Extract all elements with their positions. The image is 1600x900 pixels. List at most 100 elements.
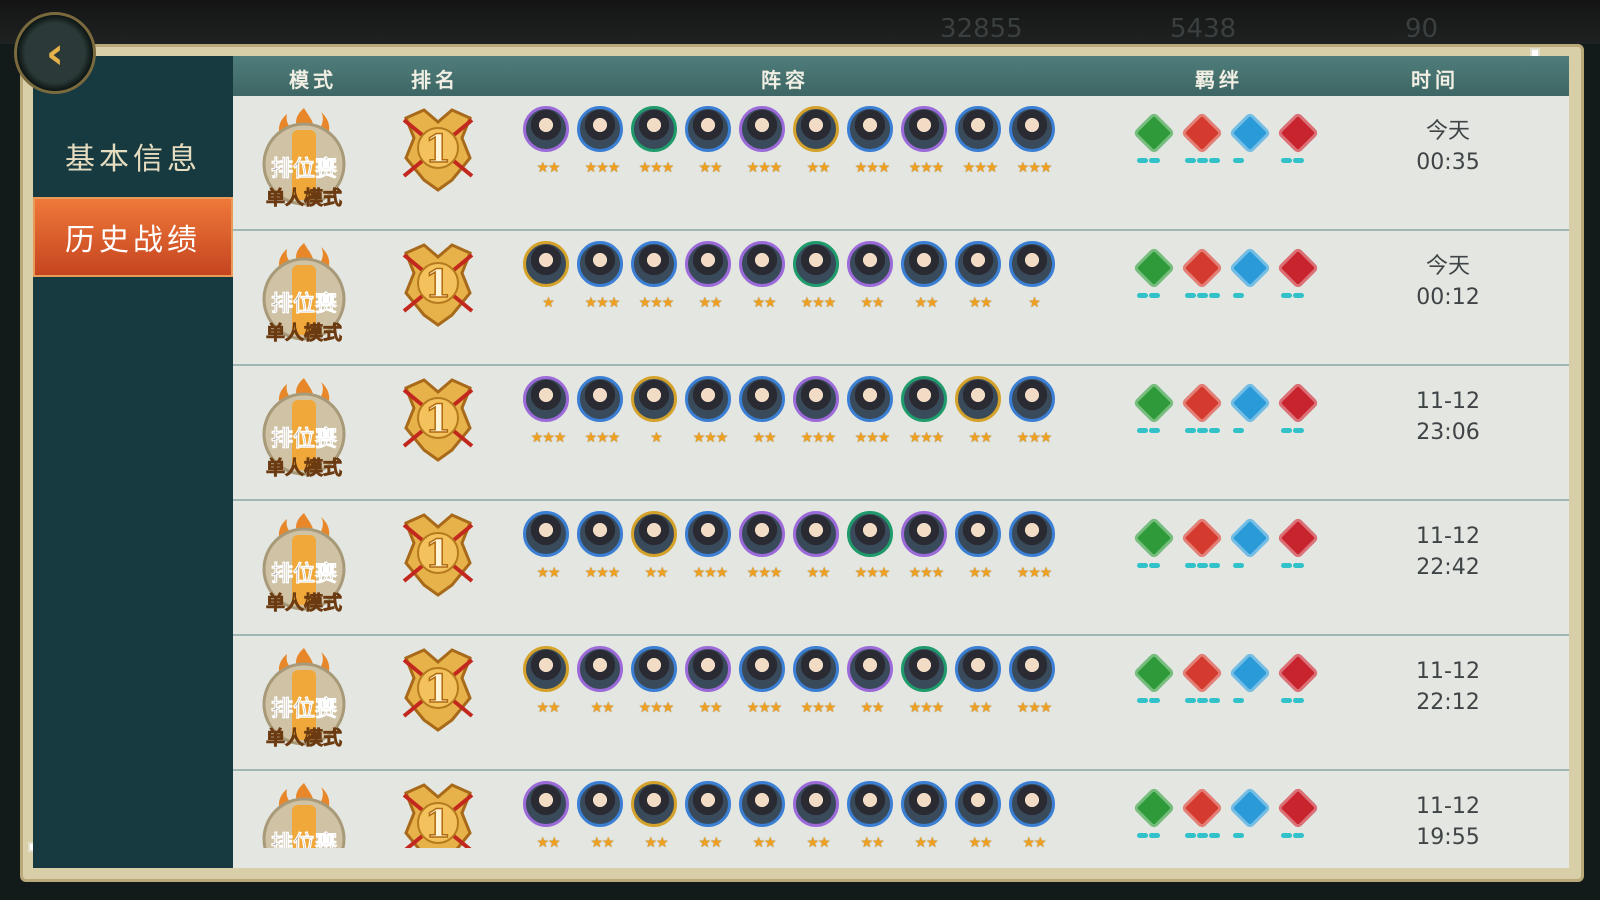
hero-card[interactable]: ★★ [899,241,953,317]
bond-green-icon[interactable] [1132,381,1177,438]
match-date: 今天 [1425,254,1470,279]
hero-card[interactable]: ★★ [953,376,1007,452]
bond-crimson-icon[interactable] [1276,381,1321,438]
hero-card[interactable]: ★★★ [1007,646,1061,722]
back-button[interactable]: ‹ [14,12,96,94]
hero-card[interactable]: ★★★ [899,376,953,452]
bond-crimson-icon[interactable] [1276,651,1321,708]
hero-card[interactable]: ★★ [521,511,575,587]
hero-card[interactable]: ★★ [575,781,629,848]
hero-card[interactable]: ★★★ [629,646,683,722]
bond-blue-icon[interactable] [1228,381,1273,438]
bond-red-icon[interactable] [1180,381,1225,438]
bond-red-icon[interactable] [1180,516,1225,573]
hero-card[interactable]: ★★★ [791,646,845,722]
hero-card[interactable]: ★★ [521,781,575,848]
bond-red-icon[interactable] [1180,246,1225,303]
hero-card[interactable]: ★★ [845,646,899,722]
bond-red-icon[interactable] [1180,651,1225,708]
history-list[interactable]: 排位赛 单人模式 1 ★★ ★★★ ★★★ ★★ ★★★ ★★ ★★★ ★★★ ★★★ ★★★ 今天 00:… [233,96,1569,848]
hero-card[interactable]: ★★★ [737,106,791,182]
tab-history-record[interactable]: 历史战绩 [33,197,233,277]
hero-card[interactable]: ★★ [683,241,737,317]
hero-card[interactable]: ★★ [629,781,683,848]
hero-card[interactable]: ★★ [683,646,737,722]
hero-card[interactable]: ★★★ [953,106,1007,182]
history-row[interactable]: 排位赛单人模式 1 ★★ ★★ ★★ ★★ ★★ ★★ ★★ ★★ ★★ ★★ 11-12 19:55 [233,771,1569,848]
hero-card[interactable]: ★★★ [629,241,683,317]
bond-blue-icon[interactable] [1228,246,1273,303]
hero-card[interactable]: ★★ [845,241,899,317]
bond-green-icon[interactable] [1132,516,1177,573]
hero-card[interactable]: ★★ [953,241,1007,317]
history-row[interactable]: 排位赛单人模式1★★★★★★★★★★★★★★★★★★★★★★★★★★11-122… [233,366,1569,501]
hero-card[interactable]: ★★★ [683,511,737,587]
bond-blue-icon[interactable] [1228,516,1273,573]
hero-portrait [523,241,569,287]
hero-card[interactable]: ★★★ [575,106,629,182]
hero-card[interactable]: ★★★ [683,376,737,452]
hero-card[interactable]: ★★★ [575,376,629,452]
bond-emblem [1276,246,1320,290]
hero-card[interactable]: ★★ [683,781,737,848]
hero-card[interactable]: ★★★ [845,106,899,182]
bond-green-icon[interactable] [1132,651,1177,708]
hero-card[interactable]: ★★ [683,106,737,182]
bond-red-icon[interactable] [1180,786,1225,843]
history-row[interactable]: 排位赛 单人模式 1 ★ ★★★ ★★★ ★★ ★★ ★★★ ★★ ★★ ★★ ★ 今天 00:12 [233,231,1569,366]
bond-green-icon[interactable] [1132,786,1177,843]
hero-card[interactable]: ★★ [629,511,683,587]
hero-card[interactable]: ★★ [953,781,1007,848]
bond-crimson-icon[interactable] [1276,516,1321,573]
bond-green-icon[interactable] [1132,111,1177,168]
bond-blue-icon[interactable] [1228,651,1273,708]
hero-card[interactable]: ★★ [845,781,899,848]
hero-card[interactable]: ★★ [791,106,845,182]
hero-card[interactable]: ★★ [737,241,791,317]
hero-card[interactable]: ★★ [521,106,575,182]
hero-card[interactable]: ★★ [953,646,1007,722]
hero-card[interactable]: ★★ [521,646,575,722]
hero-card[interactable]: ★★★ [845,376,899,452]
hero-card[interactable]: ★★★ [629,106,683,182]
hero-card[interactable]: ★★★ [737,511,791,587]
hero-card[interactable]: ★★★ [1007,106,1061,182]
hero-card[interactable]: ★★★ [1007,376,1061,452]
hero-card[interactable]: ★ [1007,241,1061,317]
hero-card[interactable]: ★★★ [845,511,899,587]
history-row[interactable]: 排位赛 单人模式 1 ★★ ★★★ ★★★ ★★ ★★★ ★★ ★★★ ★★★ ★★★ ★★★ 今天 00:… [233,96,1569,231]
hero-card[interactable]: ★★ [737,376,791,452]
hero-card[interactable]: ★★★ [575,511,629,587]
hero-card[interactable]: ★★★ [521,376,575,452]
hero-card[interactable]: ★★ [575,646,629,722]
hero-portrait [1009,376,1055,422]
bond-red-icon[interactable] [1180,111,1225,168]
hero-card[interactable]: ★★★ [791,241,845,317]
hero-card[interactable]: ★★★ [791,376,845,452]
hero-card[interactable]: ★★★ [737,646,791,722]
hero-card[interactable]: ★★★ [899,106,953,182]
hero-card[interactable]: ★★★ [575,241,629,317]
history-row[interactable]: 排位赛单人模式1★★★★★★★★★★★★★★★★★★★★★★★★★★11-122… [233,501,1569,636]
hero-card[interactable]: ★★ [791,781,845,848]
bond-blue-icon[interactable] [1228,786,1273,843]
hero-card[interactable]: ★★★ [1007,511,1061,587]
hero-card[interactable]: ★ [629,376,683,452]
bond-blue-icon[interactable] [1228,111,1273,168]
hero-card[interactable]: ★★ [737,781,791,848]
hero-card[interactable]: ★★★ [899,646,953,722]
tab-basic-info[interactable]: 基本信息 [33,116,233,196]
history-row[interactable]: 排位赛 单人模式 1 ★★ ★★ ★★★ ★★ ★★★ ★★★ ★★ ★★★ ★★ ★★★ 11-12 22… [233,636,1569,771]
hero-card[interactable]: ★★ [899,781,953,848]
bond-crimson-icon[interactable] [1276,246,1321,303]
hero-star-rating: ★★ [536,700,560,716]
bond-green-icon[interactable] [1132,246,1177,303]
hero-card[interactable]: ★ [521,241,575,317]
hero-star-rating: ★★ [968,295,992,311]
bond-crimson-icon[interactable] [1276,786,1321,843]
hero-card[interactable]: ★★ [953,511,1007,587]
bond-crimson-icon[interactable] [1276,111,1321,168]
hero-card[interactable]: ★★★ [899,511,953,587]
hero-card[interactable]: ★★ [791,511,845,587]
hero-card[interactable]: ★★ [1007,781,1061,848]
